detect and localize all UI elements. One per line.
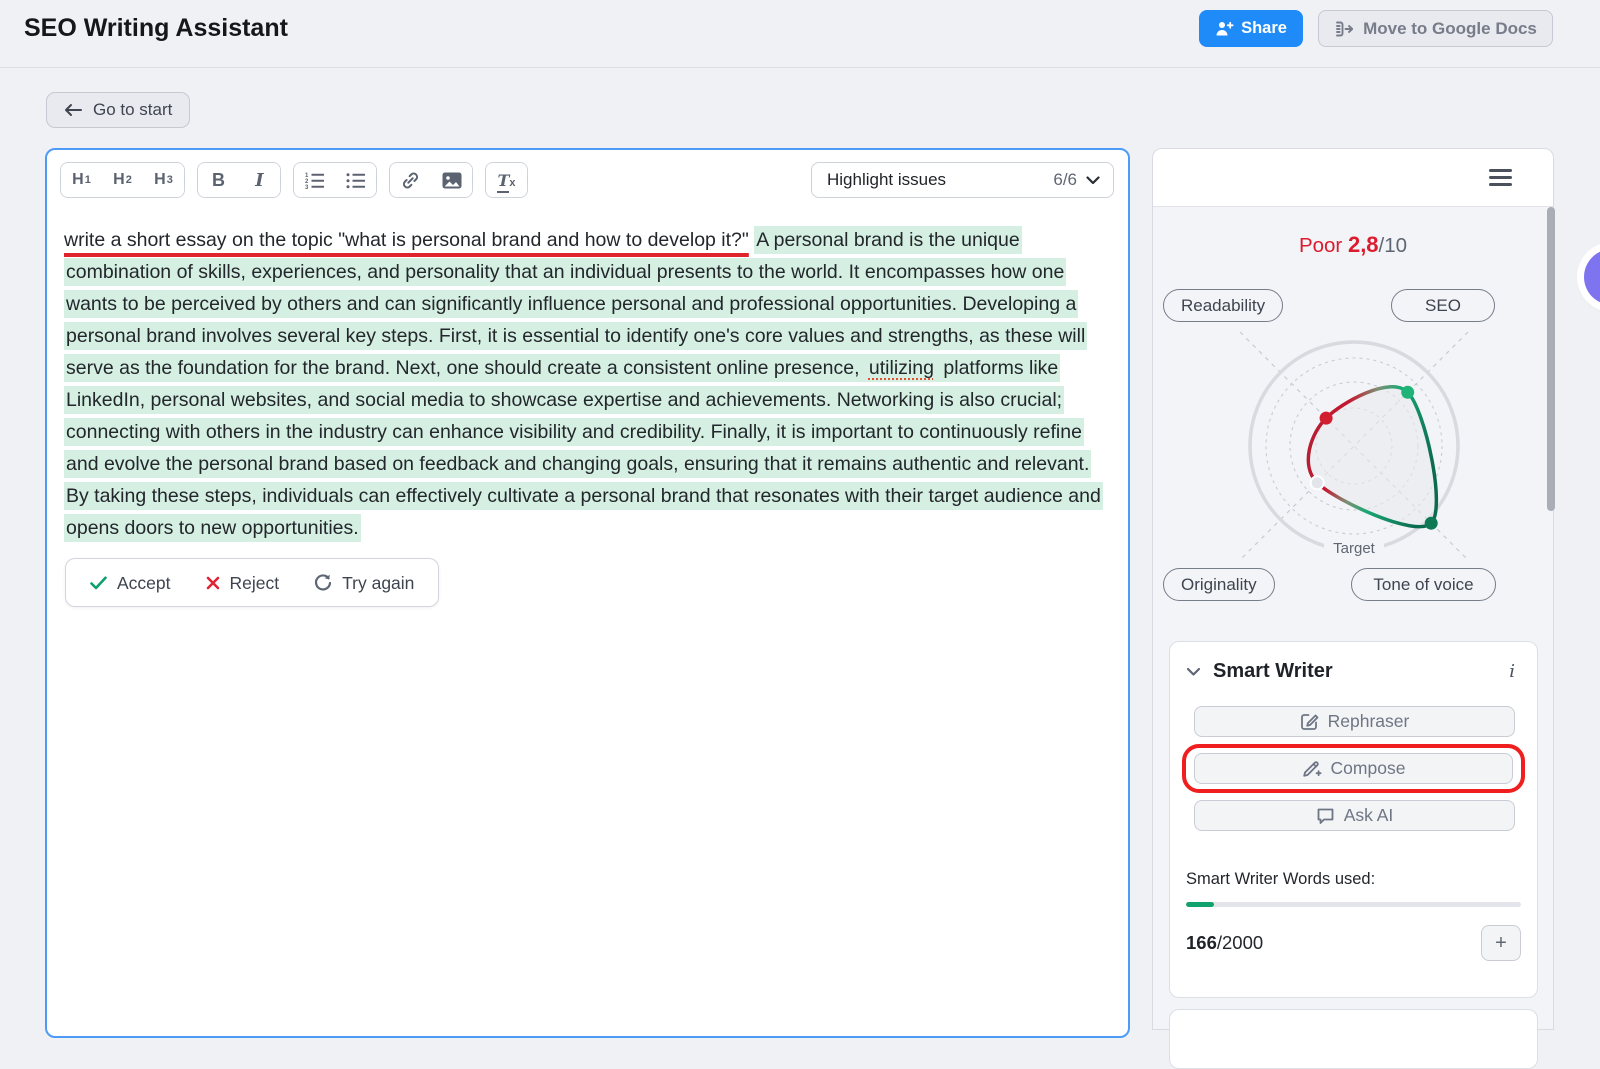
bold-button[interactable]: B <box>198 163 239 197</box>
rephraser-button[interactable]: Rephraser <box>1194 706 1515 737</box>
check-icon <box>90 576 107 590</box>
add-words-button[interactable]: + <box>1481 925 1521 961</box>
next-panel-card <box>1169 1009 1538 1069</box>
image-icon <box>442 172 462 189</box>
flagged-word[interactable]: utilizing <box>867 354 936 382</box>
clear-formatting-icon: Tx <box>497 171 515 190</box>
compose-icon <box>1302 759 1322 778</box>
share-label: Share <box>1241 19 1287 38</box>
smart-writer-card: Smart Writer i Rephraser <box>1169 641 1538 998</box>
target-label: Target <box>1333 540 1376 557</box>
go-to-start-button[interactable]: Go to start <box>46 92 190 128</box>
arrow-left-icon <box>64 103 83 117</box>
link-button[interactable] <box>390 163 431 197</box>
clear-format-group: Tx <box>485 162 528 198</box>
analysis-panel: Poor 2,8/10 Readability SEO <box>1152 148 1554 1030</box>
move-to-google-docs-button[interactable]: Move to Google Docs <box>1318 10 1553 47</box>
reject-button[interactable]: Reject <box>206 567 280 599</box>
clear-formatting-button[interactable]: Tx <box>486 163 527 197</box>
panel-scrollbar[interactable] <box>1547 207 1555 511</box>
x-icon <box>206 576 220 590</box>
score-max: /10 <box>1379 234 1408 257</box>
move-to-google-docs-label: Move to Google Docs <box>1363 19 1537 39</box>
insert-group <box>389 162 473 198</box>
person-add-icon <box>1215 20 1234 37</box>
page-title: SEO Writing Assistant <box>24 14 288 43</box>
smart-writer-header: Smart Writer i <box>1186 660 1521 683</box>
chat-bubble-icon <box>1316 807 1335 825</box>
text-style-group: B I <box>197 162 281 198</box>
red-highlight-annotation: Compose <box>1182 744 1525 793</box>
ordered-list-button[interactable]: 1 2 3 <box>294 163 335 197</box>
link-icon <box>401 171 420 190</box>
tone-of-voice-pill[interactable]: Tone of voice <box>1351 568 1496 601</box>
svg-text:3: 3 <box>305 185 309 189</box>
words-usage-row: 166 /2000 + <box>1186 925 1521 961</box>
bullet-list-button[interactable] <box>335 163 376 197</box>
italic-button[interactable]: I <box>239 163 280 197</box>
heading-2-button[interactable]: H2 <box>102 163 143 197</box>
words-used-label: Smart Writer Words used: <box>1186 870 1521 889</box>
highlight-issues-label: Highlight issues <box>827 170 1053 190</box>
document-editor[interactable]: write a short essay on the topic "what i… <box>64 224 1108 607</box>
refresh-icon <box>314 574 332 592</box>
editor-card: H1 H2 H3 B I 1 2 3 <box>45 148 1130 1038</box>
image-button[interactable] <box>431 163 472 197</box>
highlight-issues-count: 6/6 <box>1053 170 1077 190</box>
score-blob <box>1308 387 1436 527</box>
menu-icon[interactable] <box>1489 169 1512 186</box>
export-doc-icon <box>1334 20 1354 38</box>
words-total: /2000 <box>1217 932 1263 954</box>
info-icon[interactable]: i <box>1509 661 1515 682</box>
prompt-text: write a short essay on the topic "what i… <box>64 229 749 251</box>
ordered-list-icon: 1 2 3 <box>305 171 325 189</box>
heading-3-button[interactable]: H3 <box>143 163 184 197</box>
chevron-down-icon <box>1086 176 1100 185</box>
heading-buttons-group: H1 H2 H3 <box>60 162 185 198</box>
highlight-issues-dropdown[interactable]: Highlight issues 6/6 <box>811 162 1114 198</box>
rephraser-icon <box>1300 712 1319 731</box>
overall-score: Poor 2,8/10 <box>1153 232 1553 258</box>
floating-widget-button[interactable] <box>1584 249 1600 305</box>
words-used-progress-fill <box>1186 902 1214 907</box>
smart-writer-title: Smart Writer <box>1213 660 1497 683</box>
words-used-count: 166 <box>1186 932 1217 954</box>
panel-body: Poor 2,8/10 Readability SEO <box>1153 208 1553 1029</box>
compose-button[interactable]: Compose <box>1194 753 1513 784</box>
suggestion-actions-bar: Accept Reject Try again <box>65 558 439 607</box>
list-group: 1 2 3 <box>293 162 377 198</box>
editor-toolbar: H1 H2 H3 B I 1 2 3 <box>60 162 528 198</box>
try-again-button[interactable]: Try again <box>314 567 414 599</box>
ask-ai-button[interactable]: Ask AI <box>1194 800 1515 831</box>
words-used-progressbar <box>1186 902 1521 907</box>
heading-1-button[interactable]: H1 <box>61 163 102 197</box>
generated-text: platforms like LinkedIn, personal websit… <box>64 354 1103 542</box>
accept-button[interactable]: Accept <box>90 567 171 599</box>
go-to-start-label: Go to start <box>93 100 172 120</box>
score-rating: Poor <box>1299 234 1342 257</box>
originality-pill[interactable]: Originality <box>1163 568 1275 601</box>
chevron-down-icon[interactable] <box>1186 667 1201 677</box>
panel-header <box>1153 149 1553 207</box>
score-gauge: Target <box>1194 314 1514 578</box>
share-button[interactable]: Share <box>1199 10 1303 47</box>
bullet-list-icon <box>346 171 366 189</box>
app-header: SEO Writing Assistant Share Move to Goog… <box>0 0 1600 68</box>
score-value: 2,8 <box>1348 232 1379 257</box>
